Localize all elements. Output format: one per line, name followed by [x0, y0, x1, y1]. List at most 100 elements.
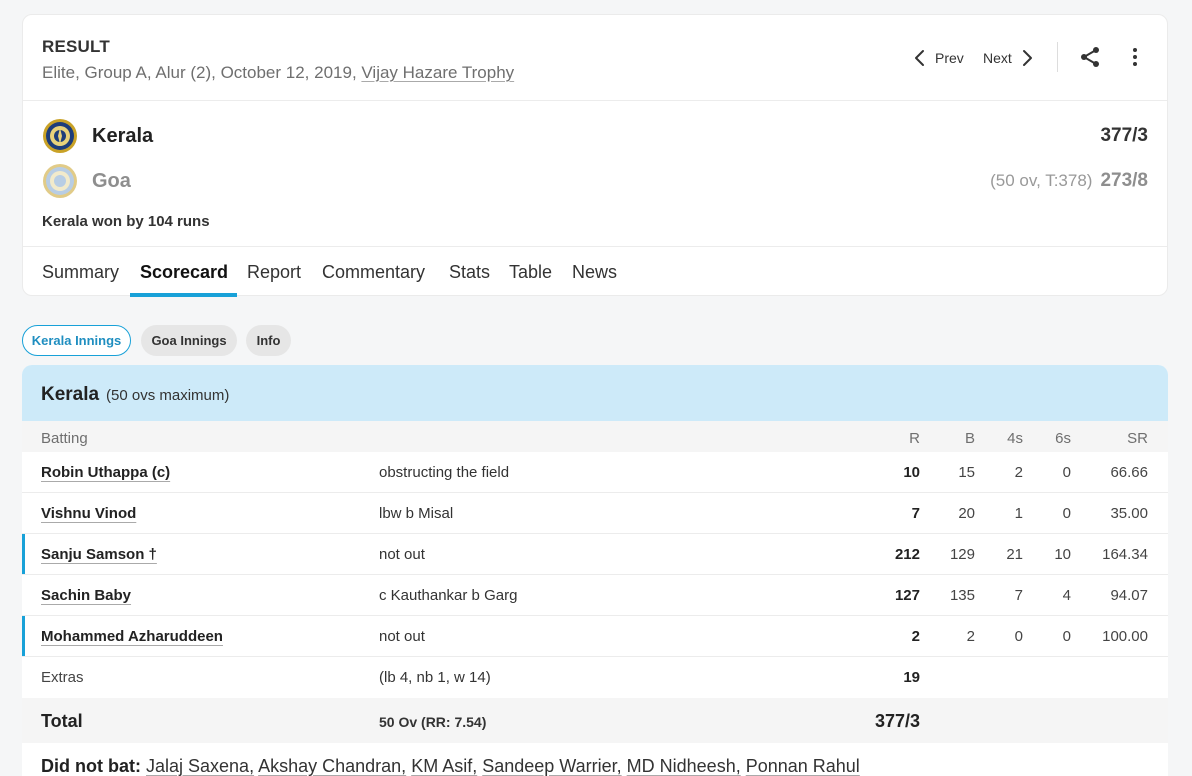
- table-row: Sachin Baby c Kauthankar b Garg 127 135 …: [22, 575, 1168, 616]
- tab-summary[interactable]: Summary: [42, 262, 119, 283]
- chevron-left-icon: [915, 50, 924, 66]
- dismissal: not out: [379, 546, 425, 563]
- strike-rate: 100.00: [1102, 628, 1148, 645]
- table-row: Robin Uthappa (c) obstructing the field …: [22, 452, 1168, 493]
- pill-info[interactable]: Info: [246, 325, 291, 356]
- kerala-logo-icon: [43, 119, 77, 153]
- team-score: 377/3: [1100, 125, 1148, 147]
- did-not-bat-player[interactable]: KM Asif,: [411, 756, 477, 776]
- tab-news[interactable]: News: [572, 262, 617, 283]
- more-vertical-icon[interactable]: [1125, 46, 1145, 68]
- dismissal: lbw b Misal: [379, 505, 454, 522]
- balls: 135: [949, 587, 975, 604]
- match-tabs: Summary Scorecard Report Commentary Stat…: [23, 246, 1167, 297]
- prev-button[interactable]: Prev: [913, 47, 964, 69]
- col-batting: Batting: [41, 430, 88, 447]
- fours: 1: [1014, 505, 1023, 522]
- total-overs: 50 Ov (RR: 7.54): [379, 714, 487, 730]
- team-row-kerala[interactable]: Kerala 377/3: [42, 118, 1148, 154]
- sixes: 0: [1062, 628, 1071, 645]
- team-score: (50 ov, T:378) 273/8: [990, 170, 1148, 192]
- dismissal: not out: [379, 628, 425, 645]
- col-runs: R: [909, 430, 920, 447]
- result-text: Kerala won by 104 runs: [42, 213, 210, 230]
- runs: 212: [894, 546, 920, 563]
- did-not-bat-player[interactable]: Akshay Chandran,: [258, 756, 406, 776]
- team-overs-target: (50 ov, T:378): [990, 171, 1093, 190]
- sixes: 10: [1054, 546, 1071, 563]
- balls: 2: [966, 628, 975, 645]
- match-info: Elite, Group A, Alur (2), October 12, 20…: [42, 63, 514, 83]
- table-row: Sanju Samson † not out 212 129 21 10 164…: [22, 534, 1168, 575]
- col-strike-rate: SR: [1127, 430, 1148, 447]
- balls: 129: [949, 546, 975, 563]
- balls: 20: [958, 505, 975, 522]
- dismissal: c Kauthankar b Garg: [379, 587, 518, 604]
- batter-name[interactable]: Mohammed Azharuddeen: [41, 628, 223, 645]
- match-header: RESULT Elite, Group A, Alur (2), October…: [23, 15, 1167, 101]
- total-score: 377/3: [874, 711, 920, 731]
- team-name: Kerala: [92, 125, 154, 147]
- innings-max-overs: (50 ovs maximum): [106, 387, 230, 404]
- sixes: 0: [1062, 505, 1071, 522]
- col-balls: B: [964, 430, 975, 447]
- table-row: Mohammed Azharuddeen not out 2 2 0 0 100…: [22, 616, 1168, 657]
- next-button[interactable]: Next: [983, 47, 1034, 69]
- sixes: 4: [1062, 587, 1071, 604]
- team-name: Goa: [92, 170, 131, 192]
- next-label: Next: [983, 50, 1012, 66]
- col-sixes: 6s: [1055, 430, 1071, 447]
- extras-label: Extras: [41, 669, 84, 686]
- did-not-bat-label: Did not bat:: [41, 756, 141, 776]
- did-not-bat: Did not bat: Jalaj Saxena, Akshay Chandr…: [41, 756, 860, 776]
- series-link[interactable]: Vijay Hazare Trophy: [361, 63, 514, 82]
- match-info-text: Elite, Group A, Alur (2), October 12, 20…: [42, 63, 362, 82]
- did-not-bat-player[interactable]: Sandeep Warrier,: [482, 756, 621, 776]
- batter-name[interactable]: Sanju Samson †: [41, 546, 157, 563]
- batter-name[interactable]: Vishnu Vinod: [41, 505, 136, 522]
- innings-header: Kerala (50 ovs maximum): [22, 365, 1168, 421]
- did-not-bat-player[interactable]: MD Nidheesh,: [627, 756, 741, 776]
- tab-commentary[interactable]: Commentary: [322, 262, 425, 283]
- pill-goa-innings[interactable]: Goa Innings: [141, 325, 237, 356]
- extras-detail: (lb 4, nb 1, w 14): [379, 669, 491, 686]
- sixes: 0: [1062, 464, 1071, 481]
- prev-label: Prev: [935, 50, 964, 66]
- active-tab-indicator: [130, 293, 237, 297]
- extras-row: Extras (lb 4, nb 1, w 14) 19: [22, 657, 1168, 698]
- top-strip: [22, 0, 1168, 2]
- table-row: Vishnu Vinod lbw b Misal 7 20 1 0 35.00: [22, 493, 1168, 534]
- strike-rate: 35.00: [1110, 505, 1148, 522]
- match-card: RESULT Elite, Group A, Alur (2), October…: [22, 14, 1168, 297]
- extras-value: 19: [903, 669, 920, 686]
- balls: 15: [958, 464, 975, 481]
- team-row-goa[interactable]: Goa (50 ov, T:378) 273/8: [42, 163, 1148, 199]
- dismissal: obstructing the field: [379, 464, 510, 481]
- runs: 127: [894, 587, 920, 604]
- fours: 21: [1006, 546, 1023, 563]
- runs: 7: [911, 505, 920, 522]
- tab-scorecard[interactable]: Scorecard: [140, 262, 228, 283]
- tab-table[interactable]: Table: [509, 262, 552, 283]
- goa-logo-icon: [43, 164, 77, 198]
- strike-rate: 94.07: [1110, 587, 1148, 604]
- fours: 7: [1014, 587, 1023, 604]
- batter-name[interactable]: Sachin Baby: [41, 587, 131, 604]
- header-divider: [1057, 42, 1058, 72]
- runs: 2: [911, 628, 920, 645]
- batting-header: Batting R B 4s 6s SR: [22, 421, 1168, 452]
- total-label: Total: [41, 711, 83, 731]
- tab-stats[interactable]: Stats: [449, 262, 490, 283]
- chevron-right-icon: [1022, 50, 1032, 66]
- result-status: RESULT: [42, 37, 110, 56]
- pill-kerala-innings[interactable]: Kerala Innings: [22, 325, 131, 356]
- share-icon[interactable]: [1079, 46, 1101, 68]
- strike-rate: 164.34: [1102, 546, 1148, 563]
- batter-name[interactable]: Robin Uthappa (c): [41, 464, 170, 481]
- did-not-bat-player[interactable]: Ponnan Rahul: [746, 756, 860, 776]
- fours: 0: [1014, 628, 1023, 645]
- team-score-value: 273/8: [1100, 170, 1148, 191]
- total-row: Total 50 Ov (RR: 7.54) 377/3: [22, 698, 1168, 743]
- tab-report[interactable]: Report: [247, 262, 301, 283]
- did-not-bat-player[interactable]: Jalaj Saxena,: [146, 756, 254, 776]
